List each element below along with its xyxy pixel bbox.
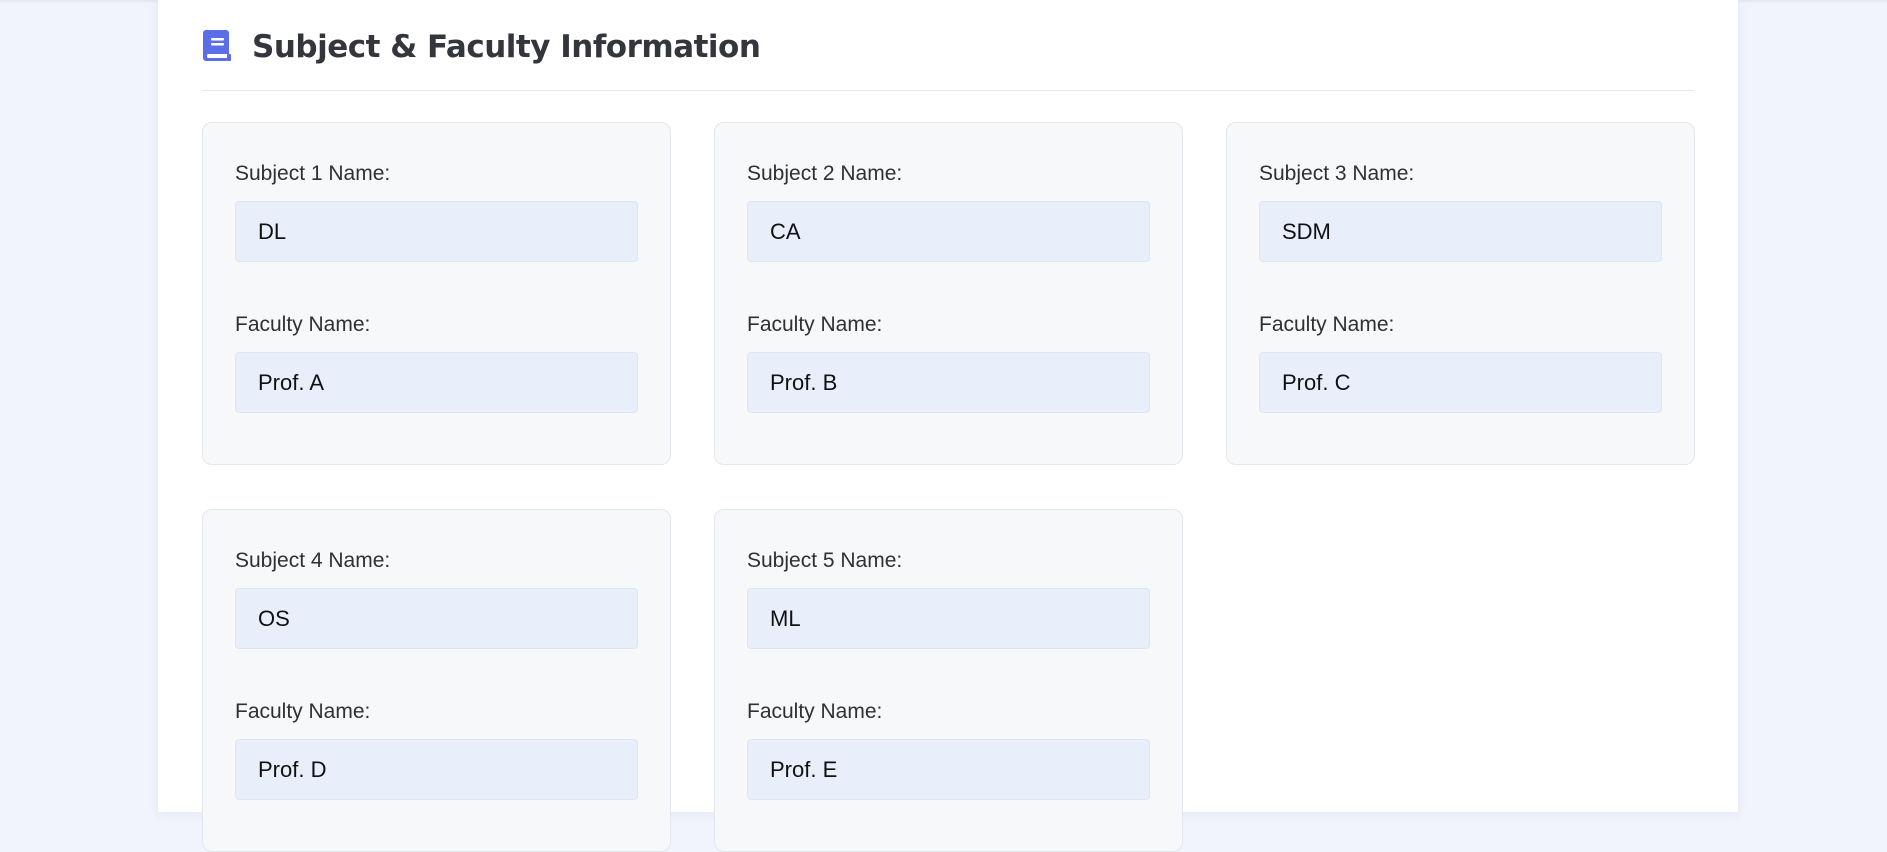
subject-2-name-field[interactable]: CA [747, 201, 1150, 262]
faculty-3-label: Faculty Name: [1259, 313, 1395, 336]
subject-5-name-field[interactable]: ML [747, 588, 1150, 649]
faculty-5-name-field[interactable]: Prof. E [747, 739, 1150, 800]
faculty-4-name-field[interactable]: Prof. D [235, 739, 638, 800]
faculty-2-label: Faculty Name: [747, 313, 883, 336]
book-icon [202, 29, 232, 63]
faculty-1-name-field[interactable]: Prof. A [235, 352, 638, 413]
subject-1-name-field[interactable]: DL [235, 201, 638, 262]
section-title: Subject & Faculty Information [252, 29, 761, 65]
faculty-2-name-field[interactable]: Prof. B [747, 352, 1150, 413]
section-header: Subject & Faculty Information [202, 26, 1694, 91]
subject-5-label: Subject 5 Name: [747, 549, 903, 572]
subject-3-name-field[interactable]: SDM [1259, 201, 1662, 262]
subject-3-label: Subject 3 Name: [1259, 162, 1415, 185]
subject-grid: Subject 1 Name: DL Faculty Name: Prof. A… [202, 122, 1695, 852]
subject-card-2: Subject 2 Name: CA Faculty Name: Prof. B [714, 122, 1183, 465]
faculty-4-label: Faculty Name: [235, 700, 371, 723]
subject-2-label: Subject 2 Name: [747, 162, 903, 185]
faculty-1-label: Faculty Name: [235, 313, 371, 336]
subject-4-label: Subject 4 Name: [235, 549, 391, 572]
faculty-3-name-field[interactable]: Prof. C [1259, 352, 1662, 413]
main-panel: Subject & Faculty Information Subject 1 … [158, 0, 1738, 852]
subject-card-1: Subject 1 Name: DL Faculty Name: Prof. A [202, 122, 671, 465]
subject-card-4: Subject 4 Name: OS Faculty Name: Prof. D [202, 509, 671, 852]
subject-card-3: Subject 3 Name: SDM Faculty Name: Prof. … [1226, 122, 1695, 465]
subject-card-5: Subject 5 Name: ML Faculty Name: Prof. E [714, 509, 1183, 852]
subject-4-name-field[interactable]: OS [235, 588, 638, 649]
faculty-5-label: Faculty Name: [747, 700, 883, 723]
subject-1-label: Subject 1 Name: [235, 162, 391, 185]
